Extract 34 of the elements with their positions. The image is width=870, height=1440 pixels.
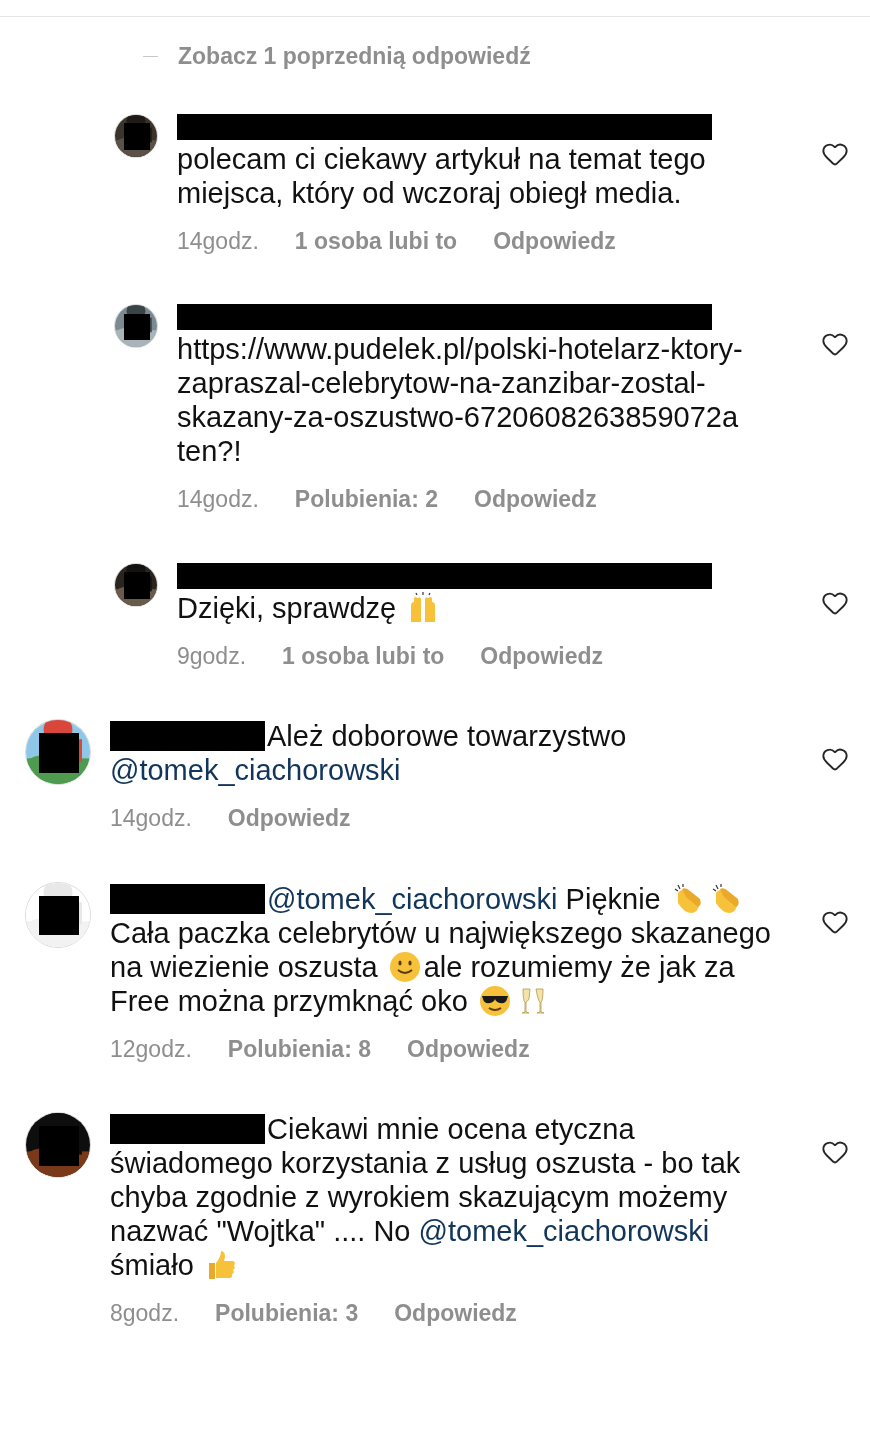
comment-text: @tomek_ciachorowski Pięknie Cała paczka celebrytów u największego skazanego na wiezienie oszusta ale rozumiemy że jak za Free można przymknąć oko bbox=[110, 881, 772, 1018]
comment-text: Ciekawi mnie ocena etyczna świadomego korzystania z usług oszusta - bo tak chyba zgodnie z wyrokiem skazującym możemy nazwać "Wojtka" .... No @tomek_ciachorowski śmiało bbox=[110, 1112, 742, 1282]
reply-button[interactable]: Odpowiedz bbox=[474, 482, 597, 517]
comment-text: Ależ doborowe towarzystwo @tomek_ciachorowski bbox=[110, 719, 628, 787]
comment-time: 12godz. bbox=[110, 1034, 192, 1064]
comment-time: 14godz. bbox=[177, 226, 259, 256]
likes-count[interactable]: 1 osoba lubi to bbox=[294, 223, 458, 258]
likes-count[interactable]: Polubienia: 3 bbox=[215, 1296, 359, 1331]
reply-button[interactable]: Odpowiedz bbox=[227, 801, 351, 836]
view-previous-replies-button[interactable]: Zobacz 1 poprzednią odpowiedź bbox=[178, 39, 531, 74]
sunglasses-face-icon bbox=[478, 984, 511, 1017]
redaction-block bbox=[39, 1126, 79, 1166]
reply-button[interactable]: Odpowiedz bbox=[407, 1031, 530, 1066]
likes-count[interactable]: Polubienia: 2 bbox=[294, 482, 438, 517]
reply-button[interactable]: Odpowiedz bbox=[394, 1296, 517, 1331]
likes-count[interactable]: 1 osoba lubi to bbox=[282, 638, 445, 673]
mention-link[interactable]: @tomek_ciachorowski bbox=[418, 1215, 710, 1247]
comment-text: polecam ci ciekawy artykuł na temat tego miejsca, który od wczoraj obiegł media. bbox=[177, 141, 707, 210]
redaction-block bbox=[123, 123, 151, 150]
mention-link[interactable]: @tomek_ciachorowski bbox=[267, 882, 558, 915]
redaction-block bbox=[39, 733, 79, 773]
mention-link[interactable]: @tomek_ciachorowski bbox=[110, 754, 401, 786]
comment-time: 14godz. bbox=[110, 804, 192, 833]
redaction-block bbox=[39, 895, 79, 936]
comment-time: 14godz. bbox=[177, 485, 259, 514]
redaction-block bbox=[123, 572, 151, 599]
comment-time: 8godz. bbox=[110, 1299, 180, 1328]
reply-button[interactable]: Odpowiedz bbox=[480, 638, 603, 673]
comment-text: https://www.pudelek.pl/polski-hotelarz-ktory-zapraszal-celebrytow-na-zanzibar-zostal-skazany-za-oszustwo-6720608263859072a ten?! bbox=[177, 332, 744, 468]
reply-button[interactable]: Odpowiedz bbox=[493, 223, 616, 258]
likes-count[interactable]: Polubienia: 8 bbox=[227, 1031, 371, 1066]
smiley-icon bbox=[388, 950, 421, 983]
comment-text: Dzięki, sprawdzę bbox=[177, 590, 780, 625]
comment-time: 9godz. bbox=[177, 641, 247, 671]
